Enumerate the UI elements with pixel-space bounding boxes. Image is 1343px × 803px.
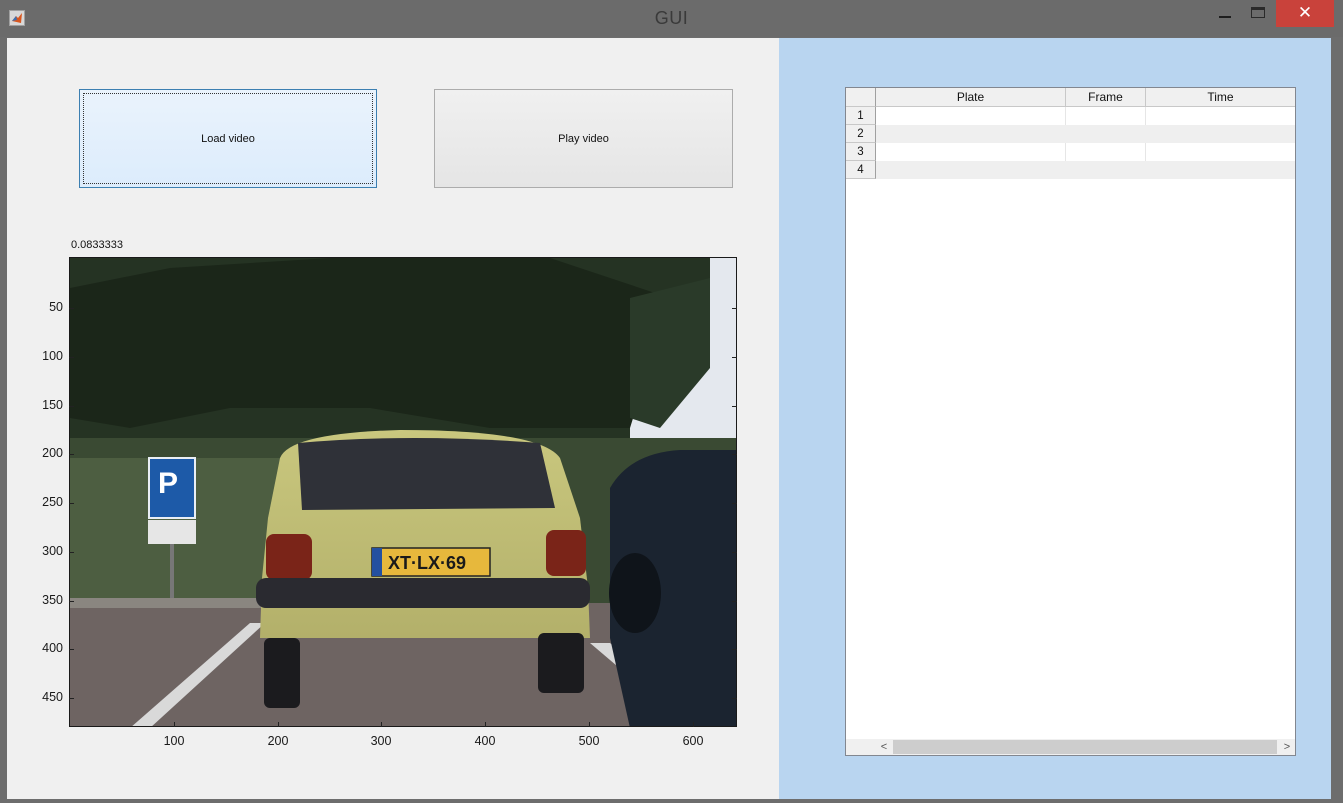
table-row[interactable]: 2: [846, 125, 1295, 143]
y-tick-mark: [732, 698, 737, 699]
close-button[interactable]: ✕: [1276, 0, 1334, 27]
table-corner: [846, 88, 876, 107]
cell-plate[interactable]: [876, 143, 1066, 161]
y-tick-mark: [732, 308, 737, 309]
x-tick-mark: [174, 722, 175, 727]
axes-title: 0.0833333: [71, 239, 123, 251]
ytick-label: 50: [49, 300, 63, 314]
y-tick-mark: [69, 601, 74, 602]
xtick-label: 100: [163, 734, 185, 748]
video-frame: P XT·LX·69: [70, 258, 736, 726]
y-tick-mark: [69, 454, 74, 455]
cell-plate[interactable]: [876, 125, 1066, 143]
table-row[interactable]: 3: [846, 143, 1295, 161]
cell-time[interactable]: [1146, 125, 1295, 143]
column-header-time[interactable]: Time: [1146, 88, 1295, 107]
cell-time[interactable]: [1146, 107, 1295, 125]
column-header-plate[interactable]: Plate: [876, 88, 1066, 107]
scroll-right-icon[interactable]: >: [1279, 739, 1295, 755]
column-header-frame[interactable]: Frame: [1066, 88, 1146, 107]
y-tick-mark: [69, 698, 74, 699]
cell-time[interactable]: [1146, 143, 1295, 161]
y-tick-mark: [732, 357, 737, 358]
results-table[interactable]: Plate Frame Time 1 2 3 4 < >: [845, 87, 1296, 756]
scrollbar-thumb[interactable]: [893, 740, 1277, 754]
parking-sign-text: P: [158, 467, 178, 500]
xtick-label: 300: [370, 734, 392, 748]
cell-frame[interactable]: [1066, 125, 1146, 143]
y-tick-mark: [732, 503, 737, 504]
row-number[interactable]: 2: [846, 125, 876, 143]
license-plate-text: XT·LX·69: [388, 553, 466, 573]
cell-plate[interactable]: [876, 161, 1066, 179]
ytick-label: 250: [42, 495, 63, 509]
play-video-label: Play video: [558, 132, 609, 145]
y-tick-mark: [732, 406, 737, 407]
y-tick-mark: [69, 357, 74, 358]
close-icon: ✕: [1297, 3, 1313, 22]
row-number[interactable]: 3: [846, 143, 876, 161]
maximize-button[interactable]: [1244, 0, 1274, 28]
table-row[interactable]: 4: [846, 161, 1295, 179]
y-tick-mark: [732, 601, 737, 602]
ytick-label: 350: [42, 593, 63, 607]
cell-time[interactable]: [1146, 161, 1295, 179]
xtick-label: 200: [267, 734, 289, 748]
y-tick-mark: [69, 649, 74, 650]
x-tick-mark: [693, 722, 694, 727]
x-tick-mark: [589, 722, 590, 727]
y-tick-mark: [69, 308, 74, 309]
y-tick-mark: [69, 552, 74, 553]
play-video-button[interactable]: Play video: [434, 89, 733, 188]
row-number[interactable]: 4: [846, 161, 876, 179]
x-tick-mark: [485, 722, 486, 727]
y-tick-mark: [69, 406, 74, 407]
ytick-label: 450: [42, 690, 63, 704]
left-panel: Load video Play video 0.0833333 P XT·LX·…: [7, 38, 779, 799]
video-axes[interactable]: P XT·LX·69: [69, 257, 737, 727]
table-row[interactable]: 1: [846, 107, 1295, 125]
ytick-label: 100: [42, 349, 63, 363]
cell-frame[interactable]: [1066, 107, 1146, 125]
right-panel: Plate Frame Time 1 2 3 4 < >: [779, 38, 1331, 799]
cell-frame[interactable]: [1066, 161, 1146, 179]
ytick-label: 150: [42, 398, 63, 412]
window-title: GUI: [654, 8, 689, 28]
y-tick-mark: [69, 503, 74, 504]
scroll-left-icon[interactable]: <: [876, 739, 892, 755]
row-number[interactable]: 1: [846, 107, 876, 125]
xtick-label: 400: [474, 734, 496, 748]
xtick-label: 600: [682, 734, 704, 748]
xtick-label: 500: [578, 734, 600, 748]
minimize-button[interactable]: [1210, 0, 1240, 28]
cell-frame[interactable]: [1066, 143, 1146, 161]
y-tick-mark: [732, 454, 737, 455]
ytick-label: 300: [42, 544, 63, 558]
horizontal-scrollbar[interactable]: < >: [846, 739, 1295, 755]
y-tick-mark: [732, 552, 737, 553]
title-bar: GUI ✕: [0, 0, 1343, 37]
y-tick-mark: [732, 649, 737, 650]
ytick-label: 200: [42, 446, 63, 460]
x-tick-mark: [278, 722, 279, 727]
window-edge: [1331, 37, 1343, 803]
ytick-label: 400: [42, 641, 63, 655]
focus-rectangle: [83, 93, 373, 184]
cell-plate[interactable]: [876, 107, 1066, 125]
x-tick-mark: [381, 722, 382, 727]
load-video-button[interactable]: Load video: [79, 89, 377, 188]
